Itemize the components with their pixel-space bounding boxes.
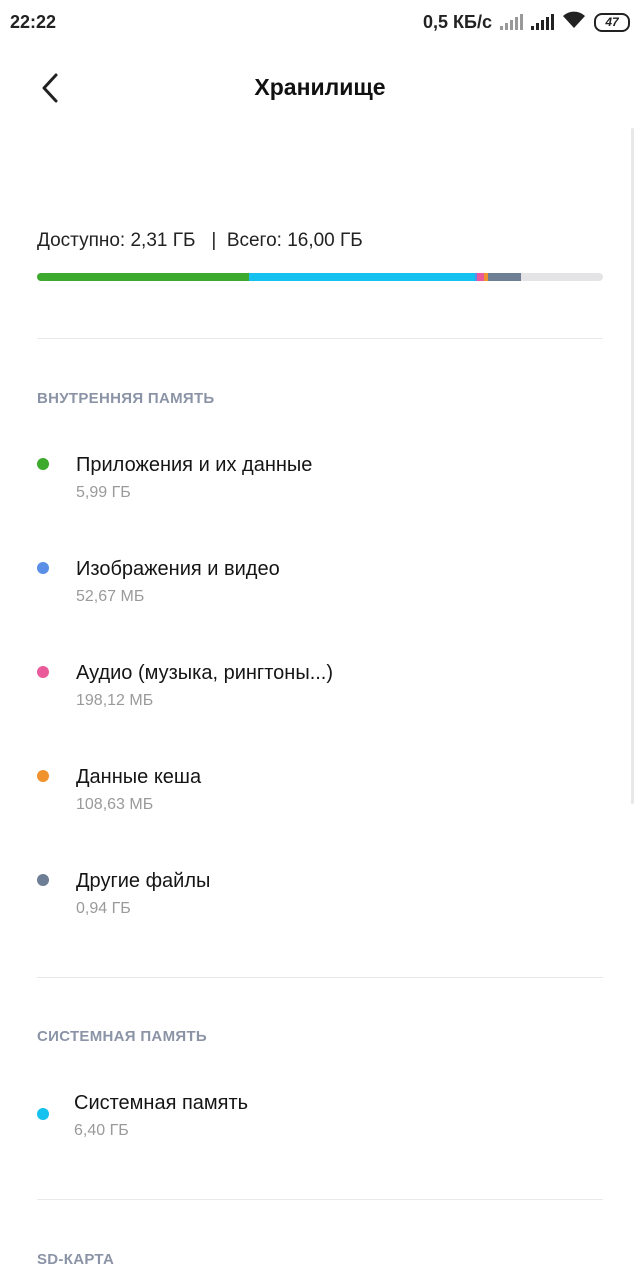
divider xyxy=(37,977,603,978)
audio-color-dot xyxy=(37,666,49,678)
usage-segment-apps xyxy=(37,273,249,281)
signal-weak-icon xyxy=(500,14,523,30)
wifi-icon xyxy=(562,11,586,34)
section-title-system: СИСТЕМНАЯ ПАМЯТЬ xyxy=(37,1028,207,1045)
storage-item-label: Данные кеша xyxy=(76,766,202,788)
storage-item-label: Изображения и видео xyxy=(76,558,280,580)
battery-icon: 47 xyxy=(594,12,630,32)
storage-item-label: Другие файлы xyxy=(76,870,211,892)
other-color-dot xyxy=(37,874,49,886)
storage-item-size: 0,94 ГБ xyxy=(76,900,131,917)
storage-item-size: 198,12 МБ xyxy=(76,692,154,709)
storage-item-cache[interactable]: Данные кеша 108,63 МБ xyxy=(0,752,640,832)
divider xyxy=(37,1199,603,1200)
signal-strong-icon xyxy=(531,14,554,30)
divider xyxy=(37,338,603,339)
status-time: 22:22 xyxy=(10,11,57,32)
status-indicators: 0,5 КБ/с 47 xyxy=(423,11,630,34)
storage-item-label: Системная память xyxy=(74,1092,249,1114)
page-title: Хранилище xyxy=(254,74,386,100)
usage-segment-other xyxy=(488,273,522,281)
cache-color-dot xyxy=(37,770,49,782)
usage-segment-system xyxy=(248,273,476,281)
storage-usage-bar xyxy=(37,273,603,281)
storage-item-images[interactable]: Изображения и видео 52,67 МБ xyxy=(0,544,640,624)
storage-item-other[interactable]: Другие файлы 0,94 ГБ xyxy=(0,856,640,936)
usage-segment-audio xyxy=(477,273,485,281)
storage-item-apps[interactable]: Приложения и их данные 5,99 ГБ xyxy=(0,440,640,520)
section-title-internal: ВНУТРЕННЯЯ ПАМЯТЬ xyxy=(37,390,215,407)
network-speed: 0,5 КБ/с xyxy=(423,11,492,32)
storage-item-size: 108,63 МБ xyxy=(76,796,154,813)
section-title-sd-card: SD-КАРТА xyxy=(37,1251,115,1268)
storage-item-label: Приложения и их данные xyxy=(76,454,313,476)
storage-item-size: 5,99 ГБ xyxy=(76,484,131,501)
app-header: Хранилище xyxy=(0,56,640,120)
storage-item-size: 6,40 ГБ xyxy=(74,1122,129,1139)
system-color-dot xyxy=(37,1108,49,1120)
status-bar: 22:22 0,5 КБ/с 47 xyxy=(0,0,640,44)
storage-item-system[interactable]: Системная память 6,40 ГБ xyxy=(0,1078,640,1158)
storage-summary: Доступно: 2,31 ГБ | Всего: 16,00 ГБ xyxy=(37,230,363,251)
storage-item-size: 52,67 МБ xyxy=(76,588,145,605)
images-color-dot xyxy=(37,562,49,574)
apps-color-dot xyxy=(37,458,49,470)
storage-item-label: Аудио (музыка, рингтоны...) xyxy=(76,662,334,684)
storage-item-audio[interactable]: Аудио (музыка, рингтоны...) 198,12 МБ xyxy=(0,648,640,728)
